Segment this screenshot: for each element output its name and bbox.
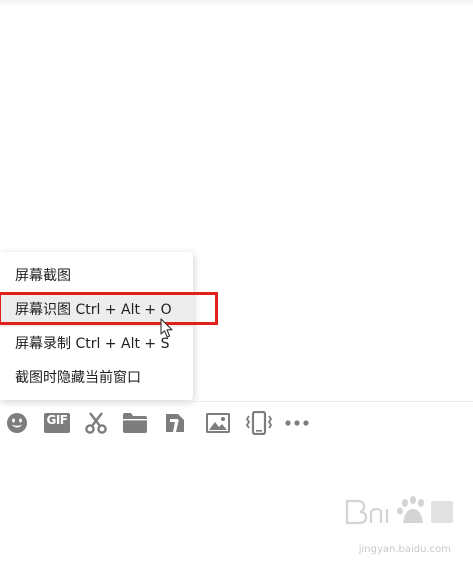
document-button[interactable] xyxy=(162,410,188,436)
scissors-icon xyxy=(85,412,107,434)
shake-icon xyxy=(245,411,273,435)
menu-item-hide-window-on-screenshot[interactable]: 截图时隐藏当前窗口 xyxy=(0,361,193,395)
window-shake-button[interactable] xyxy=(245,410,273,436)
emoji-button[interactable] xyxy=(4,410,30,436)
file-button[interactable] xyxy=(122,410,148,436)
image-icon xyxy=(206,413,230,433)
folder-icon xyxy=(123,413,147,433)
gif-label: GIF xyxy=(46,413,68,427)
more-icon xyxy=(285,420,309,426)
gif-button[interactable]: GIF xyxy=(43,410,71,436)
screenshot-scissors-button[interactable] xyxy=(83,410,109,436)
more-button[interactable] xyxy=(284,410,310,436)
watermark-url: jingyan.baidu.com xyxy=(358,544,451,555)
mouse-cursor-icon xyxy=(160,318,173,338)
baidu-watermark-logo xyxy=(345,496,453,525)
chat-history-edge xyxy=(0,0,473,6)
input-divider xyxy=(0,401,473,402)
emoji-icon xyxy=(7,413,27,433)
chat-toolbar: GIF xyxy=(0,410,473,438)
image-button[interactable] xyxy=(205,410,231,436)
pin-icon xyxy=(166,414,184,432)
menu-item-screenshot[interactable]: 屏幕截图 xyxy=(0,259,193,293)
